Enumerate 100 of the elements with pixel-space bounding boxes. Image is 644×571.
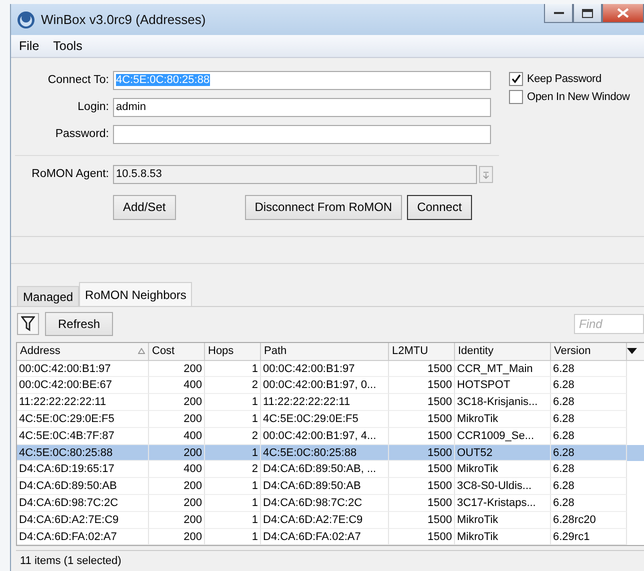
field-label: RoMON Agent: [30,168,110,180]
table-row[interactable]: 11:22:22:22:22:11 200 1 11:22:22:22:22:11 1500 3C18-Krisjanis... 6.28 [17,394,644,412]
table-row[interactable]: D4:CA:6D:FA:02:A7 200 1 D4:CA:6D:FA:02:A7 1500 MikroTik 6.29rc1 [17,528,644,546]
table-cell: 6.28 [551,377,627,394]
table-cell: 200 [149,394,205,412]
table-row[interactable]: 4C:5E:0C:29:0E:F5 200 1 4C:5E:0C:29:0E:F5 1500 MikroTik 6.28 [17,411,644,428]
table-cell: 1500 [389,512,455,529]
column-header[interactable]: Path [261,342,389,360]
table-row[interactable]: D4:CA:6D:89:50:AB 200 1 D4:CA:6D:89:50:AB 1500 3C8-S0-Uldis... 6.28 [17,478,644,496]
column-menu-icon[interactable] [627,348,637,354]
table-cell: 00:0C:42:00:BE:67 [17,377,149,394]
table-row[interactable]: 00:0C:42:00:B1:97 200 1 00:0C:42:00:B1:97 1500 CCR_MT_Main 6.28 [17,360,644,378]
table-cell: D4:CA:6D:89:50:AB [17,478,149,496]
checkbox[interactable] [509,90,523,104]
table-cell: 1500 [389,394,455,412]
menu-item[interactable]: Tools [53,39,82,54]
table-cell: CCR_MT_Main [455,360,551,378]
romon-agent-field[interactable]: 10.5.8.53 [113,164,477,184]
table-cell: 1 [205,444,261,462]
table-row[interactable]: D4:CA:6D:A2:7E:C9 200 1 D4:CA:6D:A2:7E:C9 1500 MikroTik 6.28rc20 [17,512,644,529]
app-logo-icon [17,10,35,29]
table-cell: MikroTik [455,512,551,529]
table-cell: 1500 [389,411,455,428]
table-cell: 6.28 [551,394,627,412]
maximize-icon [582,8,593,18]
table-cell: 11:22:22:22:22:11 [261,394,389,412]
table-cell: 1 [205,394,261,412]
window-title: WinBox v3.0rc9 (Addresses) [41,12,206,28]
table-cell: 400 [149,461,205,478]
table-cell: MikroTik [455,528,551,546]
login-field[interactable]: admin [113,98,491,117]
close-button[interactable] [602,4,644,23]
add-set-button[interactable]: Add/Set [113,194,176,220]
table-cell: 3C17-Kristaps... [455,495,551,512]
table-cell: 6.28 [551,360,627,378]
table-cell: HOTSPOT [455,377,551,394]
column-header[interactable]: Identity [455,342,551,360]
table-cell: D4:CA:6D:89:50:AB [261,478,389,496]
table-cell: D4:CA:6D:A2:7E:C9 [261,512,389,529]
column-header[interactable]: Version [551,342,627,360]
table-cell: 200 [149,495,205,512]
table-cell: D4:CA:6D:98:7C:2C [17,495,149,512]
refresh-button[interactable]: Refresh [45,312,114,336]
table-cell: D4:CA:6D:FA:02:A7 [261,528,389,546]
field-label: Password: [54,128,110,140]
table-cell: 3C18-Krisjanis... [455,394,551,412]
table-cell: MikroTik [455,461,551,478]
table-cell: 6.28 [551,444,627,462]
table-cell: 1500 [389,478,455,496]
table-cell: 2 [205,461,261,478]
table-cell: 1500 [389,444,455,462]
maximize-button[interactable] [573,4,602,23]
column-header[interactable]: Hops [205,342,261,360]
checkbox-label: Keep Password [527,72,602,85]
table-cell: 6.28 [551,461,627,478]
table-cell: 3C8-S0-Uldis... [455,478,551,496]
find-field[interactable]: Find [574,314,644,334]
status-bar-text: 11 items (1 selected) [16,550,644,571]
table-cell: 4C:5E:0C:29:0E:F5 [17,411,149,428]
table-cell: 200 [149,444,205,462]
table-cell: D4:CA:6D:FA:02:A7 [17,528,149,546]
table-cell: D4:CA:6D:98:7C:2C [261,495,389,512]
table-cell: 1 [205,512,261,529]
menu-item[interactable]: File [19,39,40,54]
table-cell: 4C:5E:0C:29:0E:F5 [261,411,389,428]
checkbox[interactable] [509,72,523,86]
table-cell: 6.28rc20 [551,512,627,529]
table-cell: 6.28 [551,411,627,428]
table-cell: 2 [205,377,261,394]
column-header[interactable]: Cost [149,342,205,360]
connect-button[interactable]: Connect [407,194,472,220]
table-cell: 1 [205,495,261,512]
column-header[interactable]: L2MTU [389,342,455,360]
table-row[interactable]: D4:CA:6D:98:7C:2C 200 1 D4:CA:6D:98:7C:2C 1500 3C17-Kristaps... 6.28 [17,495,644,512]
filter-button[interactable] [17,313,39,335]
table-row[interactable]: 4C:5E:0C:80:25:88 200 1 4C:5E:0C:80:25:88 1500 OUT52 6.28 [17,444,644,462]
table-cell: 4C:5E:0C:80:25:88 [261,444,389,462]
minimize-icon [554,11,564,15]
tab[interactable]: Managed [17,286,80,306]
table-cell: D4:CA:6D:19:65:17 [17,461,149,478]
table-cell: D4:CA:6D:89:50:AB, ... [261,461,389,478]
table-cell: 200 [149,528,205,546]
table-cell: 00:0C:42:00:B1:97 [261,360,389,378]
table-row[interactable]: 00:0C:42:00:BE:67 400 2 00:0C:42:00:B1:97, 0... 1500 HOTSPOT 6.28 [17,377,644,394]
table-cell: OUT52 [455,444,551,462]
field-label: Connect To: [46,74,110,86]
table-cell: 400 [149,377,205,394]
tab[interactable]: RoMON Neighbors [79,282,192,306]
table-cell: 1 [205,478,261,496]
table-cell: 6.29rc1 [551,528,627,546]
close-icon [617,8,629,18]
password-field[interactable] [113,124,491,144]
column-header[interactable]: Address [17,342,149,360]
table-cell: 00:0C:42:00:B1:97, 0... [261,377,389,394]
minimize-button[interactable] [544,4,573,23]
disconnect-button[interactable]: Disconnect From RoMON [244,194,402,220]
table-cell: 1500 [389,528,455,546]
table-cell: 1 [205,360,261,378]
table-cell: 1 [205,411,261,428]
table-row[interactable]: D4:CA:6D:19:65:17 400 2 D4:CA:6D:89:50:AB, ... 1500 MikroTik 6.28 [17,461,644,478]
